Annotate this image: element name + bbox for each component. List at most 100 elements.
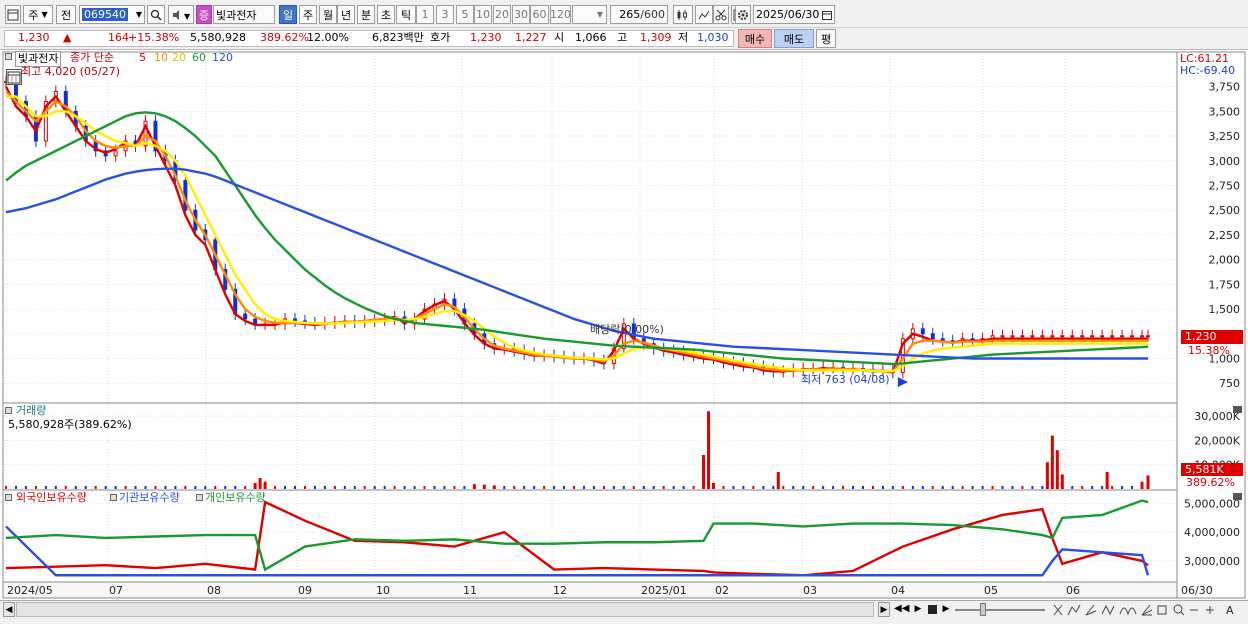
- eval-button[interactable]: 평: [816, 29, 836, 48]
- indiv-toggle-icon[interactable]: [196, 494, 203, 501]
- volume-bar-base: [1111, 486, 1114, 489]
- volume-bar-base: [14, 486, 17, 489]
- window-icon[interactable]: [5, 5, 21, 24]
- search-icon[interactable]: [147, 5, 165, 24]
- volume-bar: [253, 482, 257, 489]
- period-minute[interactable]: 분: [357, 5, 375, 24]
- calendar-icon[interactable]: [6, 69, 22, 85]
- volume-bar-base: [931, 486, 934, 489]
- high-price: 1,309: [640, 31, 672, 44]
- volume-bar: [1105, 472, 1109, 489]
- play-icon[interactable]: ▶: [912, 602, 924, 617]
- prev-button[interactable]: 전: [56, 5, 76, 24]
- top-toolbar: 주 ▼ 전 069540 ▼ ▼ 증 빛과전자 일 주 월 년 분 초 틱 1 3…: [0, 0, 1248, 28]
- zoom-slider[interactable]: [955, 609, 1045, 611]
- num-period-1[interactable]: 1: [416, 5, 434, 24]
- volume-bar-base: [1041, 486, 1044, 489]
- pct-tag: 15.38%: [1188, 344, 1230, 357]
- candle-body: [1100, 335, 1105, 338]
- volume-bar-base: [24, 486, 27, 489]
- volume-bar-base: [533, 486, 536, 489]
- scroll-left-button[interactable]: ◀: [3, 602, 15, 617]
- price-y-tick: 3,750: [1209, 81, 1241, 94]
- volume-bar-base: [154, 486, 157, 489]
- price-y-tick: 3,250: [1209, 130, 1241, 143]
- price-y-tick: 1,500: [1209, 303, 1241, 316]
- zoom-slider-thumb[interactable]: [980, 603, 986, 616]
- holding-y-tick: 3,000,000: [1184, 555, 1240, 568]
- volume-toggle-icon[interactable]: [5, 407, 12, 414]
- period-year[interactable]: 년: [337, 5, 355, 24]
- num-period-30[interactable]: 30: [512, 5, 530, 24]
- line-tool-icon[interactable]: [695, 5, 713, 24]
- scissors-icon[interactable]: [713, 5, 729, 24]
- candle-body: [1030, 335, 1035, 338]
- volume-title: 거래량: [16, 404, 47, 417]
- num-period-5[interactable]: 5: [456, 5, 474, 24]
- quote-bar: 1,230 ▲ 164 +15.38% 5,580,928 389.62% 12…: [0, 28, 1248, 50]
- horizontal-scrollbar[interactable]: [16, 602, 874, 617]
- volume-bar-base: [1021, 486, 1024, 489]
- forward-icon[interactable]: ▶: [940, 602, 952, 617]
- x-tick-label: 10: [376, 584, 390, 597]
- volume-bar-base: [413, 486, 416, 489]
- volume-bar-base: [353, 486, 356, 489]
- speaker-icon[interactable]: ▼: [168, 5, 194, 24]
- x-tick-label: 07: [109, 584, 123, 597]
- volume-bar-base: [852, 486, 855, 489]
- ask-price: 1,230: [470, 31, 502, 44]
- period-week[interactable]: 주: [299, 5, 317, 24]
- volume-bar-base: [284, 486, 287, 489]
- volume-bar: [776, 472, 780, 489]
- volume-bar-base: [911, 486, 914, 489]
- holding-panel-close-icon[interactable]: [1233, 493, 1242, 500]
- current-price: 1,230: [18, 31, 50, 44]
- num-period-60[interactable]: 60: [530, 5, 549, 24]
- volume-panel-close-icon[interactable]: [1233, 406, 1242, 413]
- stock-code-input[interactable]: 069540 ▼: [79, 5, 145, 24]
- stop-icon[interactable]: [928, 605, 937, 614]
- sell-button[interactable]: 매도: [774, 29, 814, 48]
- candle-body: [1146, 335, 1150, 338]
- volume-bar-base: [214, 486, 217, 489]
- volume-bar: [707, 411, 711, 489]
- num-period-20[interactable]: 20: [493, 5, 511, 24]
- volume-bar-base: [662, 486, 665, 489]
- volume-bar-base: [383, 486, 386, 489]
- count-input[interactable]: 265/600: [610, 5, 668, 24]
- num-period-10[interactable]: 10: [474, 5, 492, 24]
- custom-period-select[interactable]: ▼: [572, 5, 607, 24]
- volume-bar-base: [373, 486, 376, 489]
- num-period-3[interactable]: 3: [436, 5, 454, 24]
- date-input[interactable]: 2025/06/30: [753, 5, 835, 24]
- period-tick[interactable]: 틱: [396, 5, 416, 24]
- volume-bar-base: [842, 486, 845, 489]
- volume-bar-base: [44, 486, 47, 489]
- volume-bar: [1060, 474, 1064, 489]
- holding-toggle-icon[interactable]: [5, 494, 12, 501]
- volume-bar-base: [871, 486, 874, 489]
- rewind-icon[interactable]: ◀◀: [894, 602, 909, 617]
- period-month[interactable]: 월: [319, 5, 337, 24]
- candle-type-icon[interactable]: [673, 5, 693, 24]
- volume-bar-base: [991, 486, 994, 489]
- price-y-tick: 2,000: [1209, 254, 1241, 267]
- period-day[interactable]: 일: [279, 5, 297, 24]
- period-second[interactable]: 초: [377, 5, 395, 24]
- gear-icon[interactable]: [735, 5, 751, 24]
- up-arrow-icon: ▲: [63, 31, 72, 44]
- change-rate: +15.38%: [128, 31, 180, 44]
- volume-bar: [263, 481, 267, 489]
- volume-bar-base: [433, 486, 436, 489]
- legend-ma5: 5: [139, 51, 146, 64]
- buy-button[interactable]: 매수: [738, 29, 772, 48]
- x-tick-label: 03: [803, 584, 817, 597]
- volume-bar-base: [682, 486, 685, 489]
- panel-toggle-icon[interactable]: [5, 53, 12, 60]
- volume-bar-base: [274, 486, 277, 489]
- legend-individual: 개인보유수량: [205, 491, 266, 504]
- period-select[interactable]: 주 ▼: [23, 5, 53, 24]
- scroll-right-button[interactable]: ▶: [878, 602, 890, 617]
- num-period-120[interactable]: 120: [550, 5, 571, 24]
- inst-toggle-icon[interactable]: [110, 494, 117, 501]
